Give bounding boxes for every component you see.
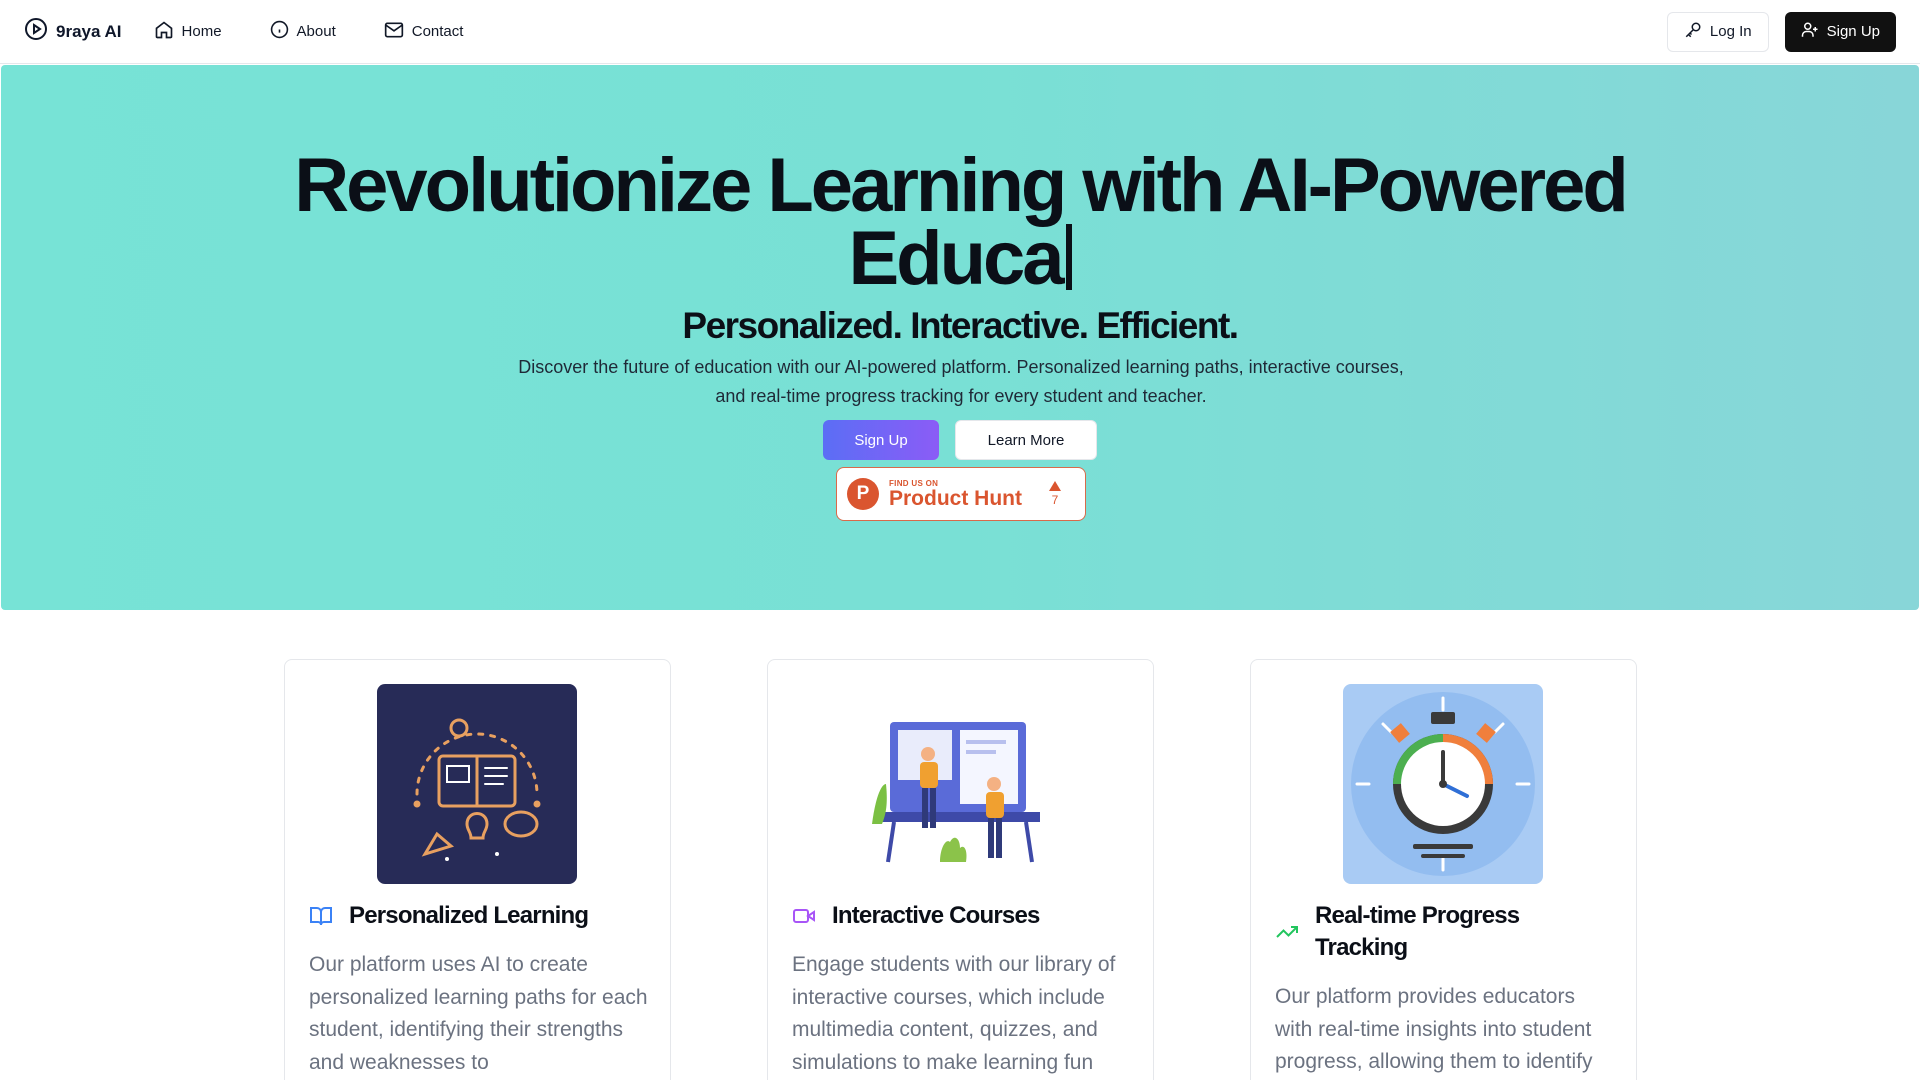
nav-link-home[interactable]: Home: [154, 20, 222, 44]
login-label: Log In: [1709, 23, 1752, 40]
feature-title: Interactive Courses: [832, 902, 1040, 929]
feature-description: Our platform uses AI to create personali…: [309, 953, 648, 1074]
feature-description: Our platform provides educators with rea…: [1275, 985, 1593, 1073]
auth-buttons: Log In Sign Up: [1666, 11, 1896, 52]
signup-label: Sign Up: [1826, 23, 1880, 40]
product-hunt-logo-icon: P: [847, 478, 879, 510]
feature-card-interactive-courses: Interactive Courses Engage students with…: [767, 659, 1154, 1080]
feature-card-progress-tracking: Real-time Progress Tracking Our platform…: [1250, 659, 1637, 1080]
feature-heading: Interactive Courses: [792, 900, 1132, 932]
hero-title-line-1: Revolutionize Learning with AI-Powered: [294, 143, 1629, 228]
hero-subtitle: Personalized. Interactive. Efficient.: [682, 305, 1239, 346]
nav-link-contact[interactable]: Contact: [384, 20, 464, 44]
feature-heading: Real-time Progress Tracking: [1275, 900, 1615, 964]
feature-card-personalized-learning: Personalized Learning Our platform uses …: [284, 659, 671, 1080]
hero-title: Revolutionize Learning with AI-Powered E…: [1, 143, 1919, 297]
video-icon: [792, 900, 816, 932]
hero-actions: Sign Up Learn More: [1, 420, 1919, 460]
home-icon: [154, 20, 174, 44]
feature-title: Personalized Learning: [349, 902, 589, 929]
typing-caret: [1065, 224, 1072, 290]
upvote-triangle-icon: [1049, 481, 1061, 491]
hero-title-line-2: Educa: [1, 221, 1919, 297]
key-icon: [1684, 21, 1702, 43]
product-hunt-votes: 7: [1049, 481, 1061, 507]
product-hunt-vote-count: 7: [1051, 493, 1059, 507]
mail-icon: [384, 20, 404, 44]
learn-more-button[interactable]: Learn More: [955, 420, 1097, 460]
hero-title-typed: Educa: [848, 216, 1064, 301]
user-plus-icon: [1801, 21, 1819, 43]
trending-up-icon: [1275, 900, 1299, 964]
top-navbar: 9raya AI Home About Contact Log In Sign: [0, 0, 1920, 64]
nav-link-label: Contact: [411, 23, 464, 40]
info-icon: [270, 20, 289, 43]
feature-title: Real-time Progress Tracking: [1315, 902, 1520, 961]
hero-description: Discover the future of education with ou…: [518, 357, 1404, 406]
nav-link-label: About: [296, 23, 336, 40]
personalized-learning-illustration: [377, 684, 577, 884]
feature-heading: Personalized Learning: [309, 900, 649, 932]
nav-link-label: Home: [181, 23, 222, 40]
hero-signup-button[interactable]: Sign Up: [823, 420, 939, 460]
progress-tracking-illustration: [1343, 684, 1543, 884]
book-open-icon: [309, 900, 333, 932]
play-circle-icon: [24, 17, 48, 46]
brand-name: 9raya AI: [56, 21, 122, 41]
interactive-courses-illustration: [860, 684, 1060, 884]
brand-logo[interactable]: 9raya AI: [24, 17, 122, 46]
feature-description: Engage students with our library of inte…: [792, 953, 1116, 1074]
product-hunt-badge[interactable]: P FIND US ON Product Hunt 7: [836, 467, 1086, 521]
product-hunt-text: FIND US ON Product Hunt: [889, 479, 1022, 510]
product-hunt-name: Product Hunt: [889, 486, 1022, 510]
nav-link-about[interactable]: About: [270, 20, 336, 43]
signup-button[interactable]: Sign Up: [1784, 11, 1896, 52]
login-button[interactable]: Log In: [1666, 11, 1769, 52]
hero-section: Revolutionize Learning with AI-Powered E…: [1, 65, 1919, 610]
